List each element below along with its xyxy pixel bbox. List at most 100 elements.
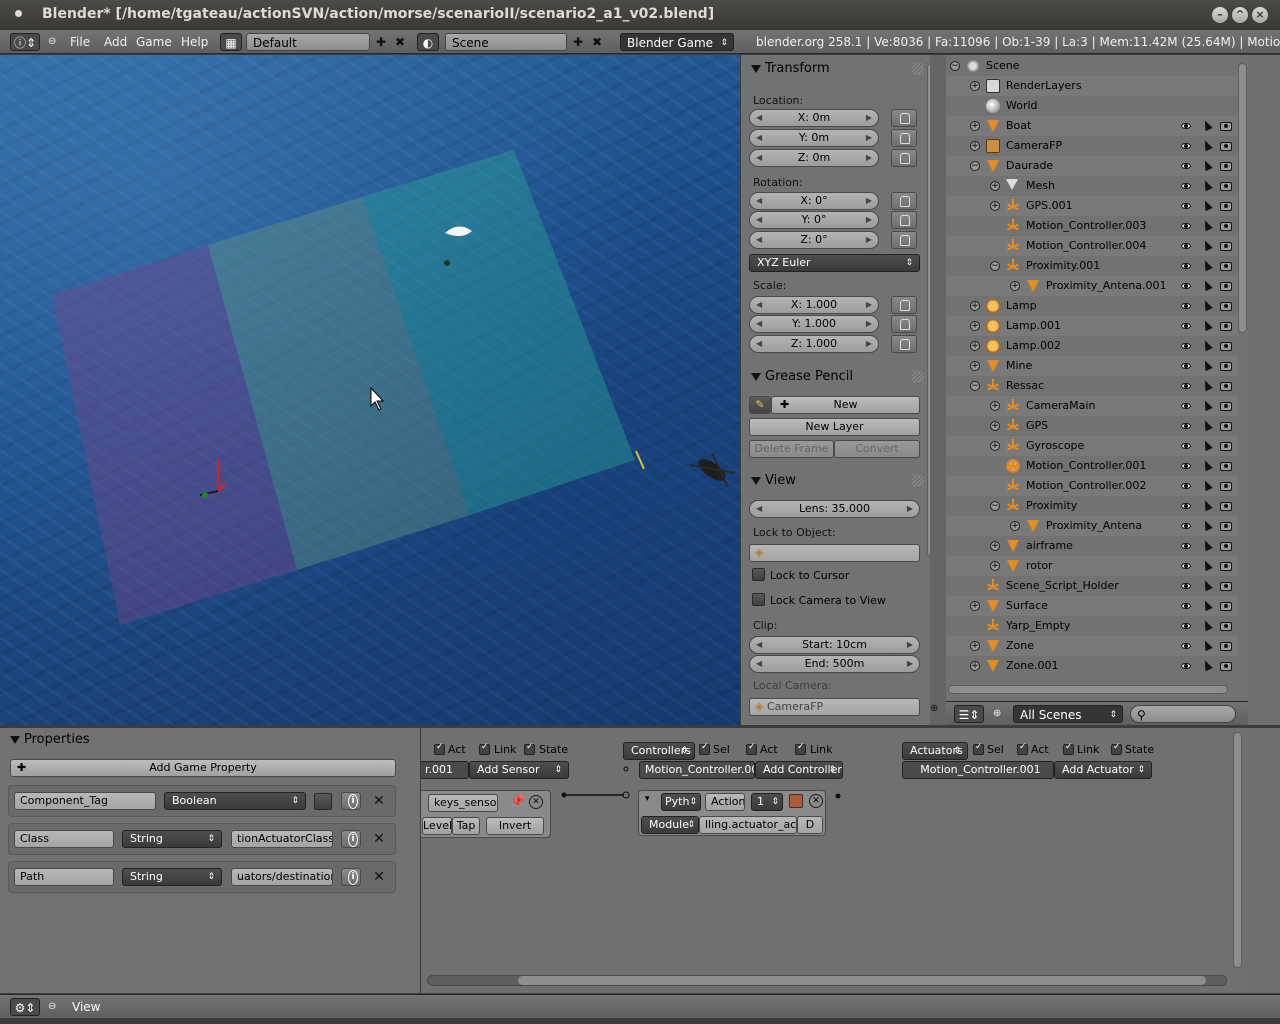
expand-icon[interactable]: + (990, 421, 1000, 431)
debug-info-icon[interactable] (341, 868, 361, 886)
controller-preference-icon[interactable] (789, 794, 803, 808)
outliner-row[interactable]: + CameraMain (946, 396, 1238, 416)
visibility-eye-icon[interactable] (1180, 180, 1192, 192)
3d-viewport[interactable] (0, 55, 740, 725)
maximize-icon[interactable]: ^ (1232, 7, 1248, 23)
location-x-field[interactable]: ◀ X: 0m ▶ (749, 109, 879, 127)
outliner-row[interactable]: + Mine (946, 356, 1238, 376)
outliner-item-name[interactable]: Mesh (1026, 176, 1055, 196)
property-value-input[interactable]: tionActuatorClass (231, 830, 333, 848)
increment-arrow-icon[interactable]: ▶ (866, 297, 872, 313)
increment-arrow-icon[interactable]: ▶ (907, 656, 913, 672)
outliner-item-name[interactable]: Ressac (1006, 376, 1044, 396)
plus-icon[interactable]: ⊕ (930, 703, 938, 714)
selectable-cursor-icon[interactable] (1200, 118, 1213, 132)
expand-icon[interactable]: + (990, 441, 1000, 451)
chevron-down-icon[interactable]: ▾ (645, 794, 650, 804)
visibility-eye-icon[interactable] (1180, 220, 1192, 232)
expand-icon[interactable]: + (970, 641, 980, 651)
renderable-camera-icon[interactable] (1220, 500, 1232, 512)
selectable-cursor-icon[interactable] (1200, 358, 1213, 372)
renderable-camera-icon[interactable] (1220, 380, 1232, 392)
outliner-row[interactable]: Motion_Controller.004 (946, 236, 1238, 256)
controller-debug-toggle[interactable]: D (797, 816, 823, 834)
expand-icon[interactable]: + (970, 361, 980, 371)
renderable-camera-icon[interactable] (1220, 440, 1232, 452)
lock-location-y-icon[interactable] (891, 129, 917, 147)
outliner-row[interactable]: − Scene (946, 56, 1238, 76)
window-menu-icon[interactable] (15, 10, 22, 17)
rotation-z-field[interactable]: ◀ Z: 0° ▶ (749, 231, 879, 249)
scene-field[interactable]: Scene (445, 33, 567, 51)
outliner-row[interactable]: + RenderLayers (946, 76, 1238, 96)
decrement-arrow-icon[interactable]: ◀ (756, 336, 762, 352)
outliner-row[interactable]: + Mesh (946, 176, 1238, 196)
debug-info-icon[interactable] (341, 792, 361, 810)
selectable-cursor-icon[interactable] (1200, 638, 1213, 652)
outliner-row[interactable]: + Surface (946, 596, 1238, 616)
renderable-camera-icon[interactable] (1220, 580, 1232, 592)
increment-arrow-icon[interactable]: ▶ (866, 130, 872, 146)
add-game-property-button[interactable]: ✚ Add Game Property (10, 759, 396, 777)
outliner-row[interactable]: + Zone.001 (946, 656, 1238, 676)
selectable-cursor-icon[interactable] (1200, 378, 1213, 392)
increment-arrow-icon[interactable]: ▶ (866, 316, 872, 332)
daurade-object[interactable] (444, 260, 450, 266)
visibility-eye-icon[interactable] (1180, 200, 1192, 212)
rotation-x-field[interactable]: ◀ X: 0° ▶ (749, 192, 879, 210)
expand-icon[interactable]: + (1010, 521, 1020, 531)
menu-view[interactable]: View (72, 995, 100, 1019)
renderable-camera-icon[interactable] (1220, 120, 1232, 132)
pencil-icon[interactable]: ✎ (749, 396, 771, 414)
selectable-cursor-icon[interactable] (1200, 398, 1213, 412)
visibility-eye-icon[interactable] (1180, 340, 1192, 352)
lock-scale-z-icon[interactable] (891, 335, 917, 353)
renderable-camera-icon[interactable] (1220, 660, 1232, 672)
outliner-row[interactable]: − Proximity.001 (946, 256, 1238, 276)
remove-screen-icon[interactable]: ✖ (392, 33, 408, 51)
property-name-input[interactable]: Component_Tag (14, 792, 156, 810)
increment-arrow-icon[interactable]: ▶ (866, 336, 872, 352)
selectable-cursor-icon[interactable] (1200, 238, 1213, 252)
expand-icon[interactable]: + (970, 661, 980, 671)
visibility-eye-icon[interactable] (1180, 140, 1192, 152)
expand-icon[interactable]: + (990, 561, 1000, 571)
renderable-camera-icon[interactable] (1220, 360, 1232, 372)
remove-controller-icon[interactable]: ✕ (809, 794, 823, 808)
location-y-field[interactable]: ◀ Y: 0m ▶ (749, 129, 879, 147)
menu-file[interactable]: File (70, 30, 90, 54)
increment-arrow-icon[interactable]: ▶ (866, 212, 872, 228)
actuators-menu-select[interactable]: Actuators ⇕ (902, 742, 968, 760)
selectable-cursor-icon[interactable] (1200, 658, 1213, 672)
collapse-menu-icon[interactable]: ⊕ (993, 702, 1001, 726)
selectable-cursor-icon[interactable] (1200, 338, 1213, 352)
outliner-item-name[interactable]: Proximity_Antena (1046, 516, 1142, 536)
renderable-camera-icon[interactable] (1220, 480, 1232, 492)
expand-icon[interactable]: + (970, 321, 980, 331)
lens-field[interactable]: ◀ Lens: 35.000 ▶ (749, 500, 920, 518)
visibility-eye-icon[interactable] (1180, 240, 1192, 252)
decrement-arrow-icon[interactable]: ◀ (756, 212, 762, 228)
renderable-camera-icon[interactable] (1220, 220, 1232, 232)
expand-icon[interactable]: + (990, 401, 1000, 411)
renderable-camera-icon[interactable] (1220, 340, 1232, 352)
scale-y-field[interactable]: ◀ Y: 1.000 ▶ (749, 315, 879, 333)
visibility-eye-icon[interactable] (1180, 420, 1192, 432)
outliner-item-name[interactable]: GPS (1026, 416, 1048, 436)
outliner-item-name[interactable]: CameraFP (1006, 136, 1062, 156)
renderable-camera-icon[interactable] (1220, 600, 1232, 612)
remove-scene-icon[interactable]: ✖ (589, 33, 605, 51)
selectable-cursor-icon[interactable] (1200, 258, 1213, 272)
outliner-item-name[interactable]: airframe (1026, 536, 1073, 556)
actuator-state-checkbox[interactable] (1111, 742, 1122, 755)
convert-button[interactable]: Convert (834, 440, 920, 458)
scale-x-field[interactable]: ◀ X: 1.000 ▶ (749, 296, 879, 314)
visibility-eye-icon[interactable] (1180, 540, 1192, 552)
renderable-camera-icon[interactable] (1220, 300, 1232, 312)
scene-icon[interactable]: ◐ (417, 33, 439, 51)
visibility-eye-icon[interactable] (1180, 560, 1192, 572)
collapse-icon[interactable]: − (970, 161, 980, 171)
outliner-search-input[interactable]: ⚲ (1130, 705, 1236, 723)
lock-scale-y-icon[interactable] (891, 315, 917, 333)
visibility-eye-icon[interactable] (1180, 120, 1192, 132)
